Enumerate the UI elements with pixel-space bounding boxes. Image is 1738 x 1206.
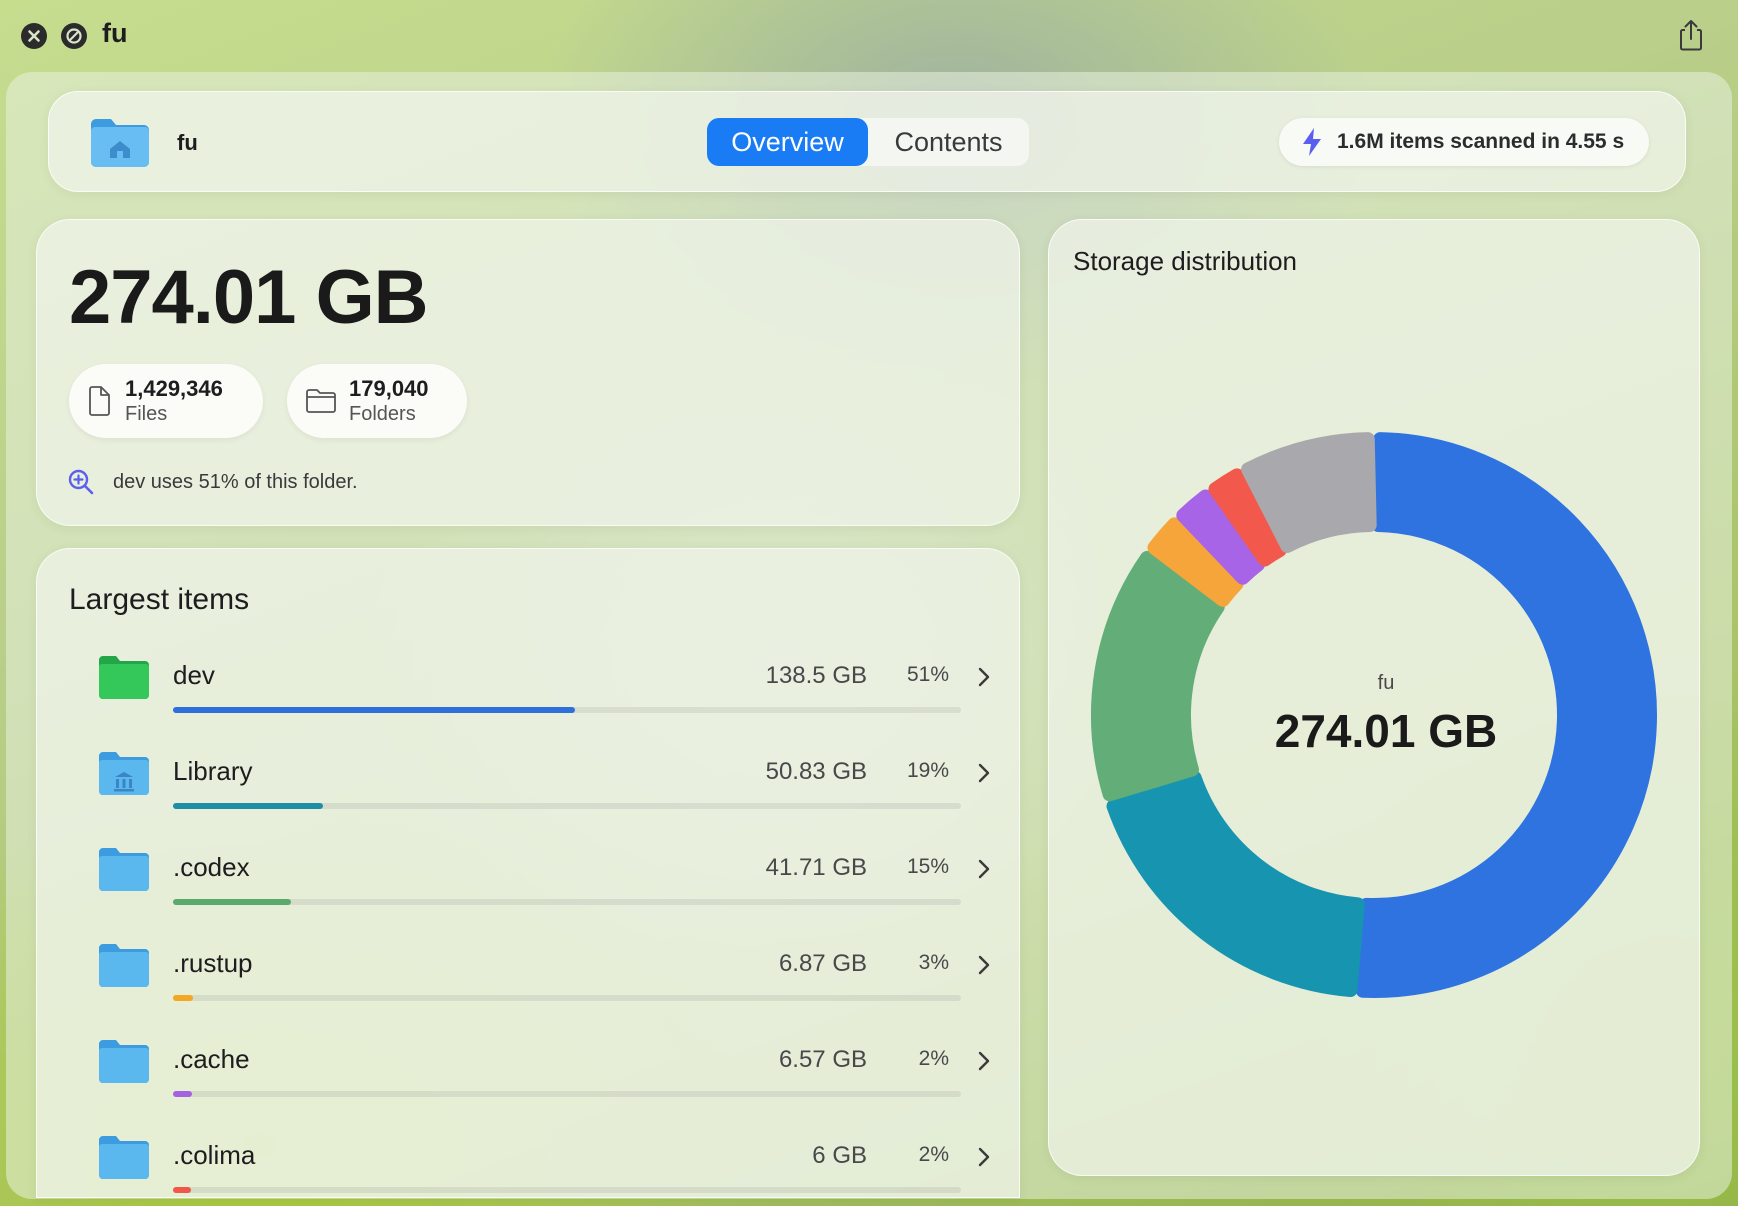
folder-icon [305, 388, 337, 414]
item-size: 50.83 GB [765, 758, 867, 785]
chevron-right-icon[interactable] [977, 1146, 991, 1168]
item-size: 41.71 GB [765, 854, 867, 881]
close-icon[interactable] [21, 23, 47, 49]
item-size: 6.57 GB [778, 1046, 867, 1073]
chevron-right-icon[interactable] [977, 954, 991, 976]
item-usage-fill [173, 899, 291, 905]
item-name: Library [173, 756, 253, 786]
view-switcher: Overview Contents [707, 118, 1029, 166]
scan-status-badge: 1.6M items scanned in 4.55 s [1279, 118, 1649, 166]
file-icon [87, 386, 111, 416]
bolt-icon [1301, 127, 1323, 157]
folder-icon [97, 1038, 151, 1084]
total-size: 274.01 GB [69, 255, 429, 340]
largest-item-row[interactable]: .colima 6 GB 2% [37, 1126, 1019, 1197]
item-usage-fill [173, 707, 575, 713]
item-size: 138.5 GB [765, 662, 867, 689]
item-name: dev [173, 660, 215, 690]
item-size: 6.87 GB [778, 950, 867, 977]
largest-item-row[interactable]: .codex 41.71 GB 15% [37, 838, 1019, 934]
item-percent: 19% [906, 759, 949, 782]
item-usage-bar [173, 1187, 961, 1193]
item-percent: 2% [918, 1143, 949, 1166]
item-name: .cache [173, 1044, 250, 1074]
largest-item-row[interactable]: .cache 6.57 GB 2% [37, 1030, 1019, 1126]
item-usage-fill [173, 995, 193, 1001]
largest-item-row[interactable]: Library 50.83 GB 19% [37, 742, 1019, 838]
largest-items-card: Largest items dev 138.5 GB 51% Library 50.83… [36, 548, 1020, 1198]
item-percent: 51% [906, 663, 949, 686]
item-name: .codex [173, 852, 250, 882]
item-size: 6 GB [812, 1142, 867, 1169]
item-usage-bar [173, 995, 961, 1001]
largest-items-title: Largest items [69, 583, 250, 616]
tab-contents[interactable]: Contents [868, 118, 1029, 166]
green-folder-icon [97, 654, 151, 700]
share-icon[interactable] [1673, 17, 1709, 53]
chevron-right-icon[interactable] [977, 762, 991, 784]
title-bar: fu [0, 0, 1738, 70]
files-count: 1,429,346 [125, 376, 223, 401]
magnifier-plus-icon [67, 468, 95, 496]
window-title: fu [102, 18, 128, 48]
item-usage-bar [173, 707, 961, 713]
folders-label: Folders [349, 403, 416, 425]
scan-status-text: 1.6M items scanned in 4.55 s [1337, 130, 1625, 153]
item-usage-bar [173, 899, 961, 905]
donut-segment-Library[interactable] [1106, 770, 1365, 997]
insight: dev uses 51% of this folder. [67, 468, 358, 496]
folder-name: fu [177, 130, 198, 155]
item-name: .colima [173, 1140, 256, 1170]
largest-item-row[interactable]: .rustup 6.87 GB 3% [37, 934, 1019, 1030]
donut-center-size: 274.01 GB [1274, 705, 1498, 757]
item-percent: 3% [918, 951, 949, 974]
folders-count: 179,040 [349, 376, 429, 401]
donut-center-name: fu [1377, 672, 1395, 694]
storage-donut-chart [1091, 432, 1657, 998]
chevron-right-icon[interactable] [977, 666, 991, 688]
folder-icon [97, 846, 151, 892]
item-usage-bar [173, 1091, 961, 1097]
item-percent: 15% [906, 855, 949, 878]
item-usage-bar [173, 803, 961, 809]
folder-icon [97, 1134, 151, 1180]
folder-icon [97, 942, 151, 988]
item-usage-fill [173, 1187, 191, 1193]
header-bar: fu Overview Contents 1.6M items scanned … [48, 91, 1686, 192]
summary-card: 274.01 GB 1,429,346 Files 179,040 Folder… [36, 219, 1020, 526]
home-folder-icon [89, 116, 151, 168]
chevron-right-icon[interactable] [977, 858, 991, 880]
donut-segment-codex[interactable] [1091, 550, 1225, 802]
item-usage-fill [173, 803, 323, 809]
tab-overview[interactable]: Overview [707, 118, 868, 166]
storage-distribution-card: Storage distribution fu 274.01 GB [1048, 219, 1700, 1176]
stop-icon[interactable] [61, 23, 87, 49]
files-label: Files [125, 403, 168, 425]
item-usage-fill [173, 1091, 192, 1097]
folders-count-pill: 179,040 Folders [287, 364, 467, 438]
item-name: .rustup [173, 948, 253, 978]
chevron-right-icon[interactable] [977, 1050, 991, 1072]
item-percent: 2% [918, 1047, 949, 1070]
insight-text: dev uses 51% of this folder. [113, 470, 358, 493]
library-folder-icon [97, 750, 151, 796]
largest-item-row[interactable]: dev 138.5 GB 51% [37, 646, 1019, 742]
files-count-pill: 1,429,346 Files [69, 364, 263, 438]
